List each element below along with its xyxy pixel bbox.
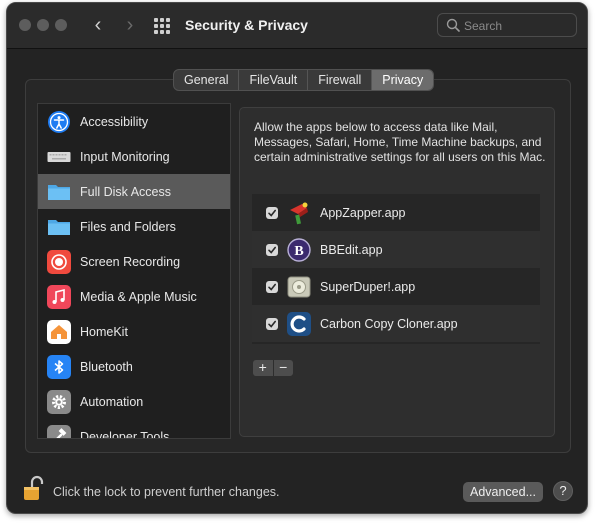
sidebar-item-label: Files and Folders <box>80 219 176 234</box>
sidebar-item-bluetooth[interactable]: Bluetooth <box>38 349 230 384</box>
back-button[interactable]: ‹ <box>87 14 109 36</box>
app-name: BBEdit.app <box>320 242 383 257</box>
sidebar-item-developer-tools[interactable]: Developer Tools <box>38 419 230 439</box>
sidebar-item-label: Accessibility <box>80 114 149 129</box>
app-row-superduper[interactable]: SuperDuper!.app <box>252 268 540 305</box>
sidebar-item-label: Media & Apple Music <box>80 289 197 304</box>
sidebar-item-label: HomeKit <box>80 324 128 339</box>
forward-button[interactable]: › <box>119 14 141 36</box>
search-field[interactable] <box>437 13 577 37</box>
svg-text:B: B <box>294 244 303 259</box>
tab-filevault[interactable]: FileVault <box>239 70 309 90</box>
sidebar-item-label: Developer Tools <box>80 429 170 439</box>
show-all-grid-icon[interactable] <box>154 18 170 34</box>
folder-icon <box>47 180 71 204</box>
privacy-category-list[interactable]: Accessibility Input Monitoring Full Disk… <box>37 103 231 439</box>
app-row-appzapper[interactable]: AppZapper.app <box>252 194 540 231</box>
sidebar-item-screen-recording[interactable]: Screen Recording <box>38 244 230 279</box>
music-icon <box>47 284 71 309</box>
app-checkbox[interactable] <box>266 243 278 256</box>
tab-firewall[interactable]: Firewall <box>308 70 373 90</box>
sidebar-item-files-and-folders[interactable]: Files and Folders <box>38 209 230 244</box>
tab-bar: General FileVault Firewall Privacy <box>173 69 435 91</box>
app-name: AppZapper.app <box>320 205 406 220</box>
app-checkbox[interactable] <box>266 206 278 219</box>
checkmark-icon <box>268 320 276 328</box>
add-app-button[interactable]: + <box>253 360 274 376</box>
folder-icon <box>47 215 71 239</box>
checkmark-icon <box>268 209 276 217</box>
help-button[interactable]: ? <box>553 481 573 501</box>
sidebar-item-label: Full Disk Access <box>80 184 171 199</box>
tab-privacy[interactable]: Privacy <box>372 70 434 90</box>
record-icon <box>47 249 71 274</box>
app-name: Carbon Copy Cloner.app <box>320 316 458 331</box>
search-input[interactable] <box>464 17 570 34</box>
tab-general[interactable]: General <box>174 70 240 90</box>
bbedit-icon: B <box>287 237 311 262</box>
ccc-icon <box>287 311 311 336</box>
lock-icon[interactable] <box>23 475 45 501</box>
accessibility-icon <box>47 110 71 134</box>
gear-icon <box>47 389 71 414</box>
remove-app-button[interactable]: − <box>274 360 294 376</box>
sidebar-item-automation[interactable]: Automation <box>38 384 230 419</box>
sidebar-item-label: Automation <box>80 394 144 409</box>
sidebar-item-label: Input Monitoring <box>80 149 170 164</box>
superduper-icon <box>287 276 311 297</box>
sidebar-item-label: Screen Recording <box>80 254 181 269</box>
app-row-carbon-copy-cloner[interactable]: Carbon Copy Cloner.app <box>252 305 540 342</box>
window-title: Security & Privacy <box>185 17 308 33</box>
checkmark-icon <box>268 246 276 254</box>
advanced-button[interactable]: Advanced... <box>463 482 543 502</box>
home-icon <box>47 319 71 344</box>
sidebar-item-input-monitoring[interactable]: Input Monitoring <box>38 139 230 174</box>
preferences-window: ‹ › Security & Privacy General FileVault… <box>6 2 588 514</box>
app-row-bbedit[interactable]: B BBEdit.app <box>252 231 540 268</box>
keyboard-icon <box>47 145 71 169</box>
sidebar-item-label: Bluetooth <box>80 359 133 374</box>
search-icon <box>446 18 460 32</box>
checkmark-icon <box>268 283 276 291</box>
permission-description: Allow the apps below to access data like… <box>254 120 546 164</box>
appzapper-icon <box>290 202 308 224</box>
hammer-icon <box>47 424 71 438</box>
sidebar-item-media-apple-music[interactable]: Media & Apple Music <box>38 279 230 314</box>
sidebar-item-homekit[interactable]: HomeKit <box>38 314 230 349</box>
lock-status-text: Click the lock to prevent further change… <box>53 485 280 499</box>
title-bar: ‹ › Security & Privacy <box>7 3 587 49</box>
add-remove-control: + − <box>253 360 293 376</box>
app-name: SuperDuper!.app <box>320 279 416 294</box>
sidebar-item-accessibility[interactable]: Accessibility <box>38 104 230 139</box>
app-checkbox[interactable] <box>266 317 278 330</box>
minimize-window-button[interactable] <box>37 19 49 31</box>
app-list[interactable]: AppZapper.app B BBEdit.app SuperDuper!.a… <box>252 194 540 344</box>
close-window-button[interactable] <box>19 19 31 31</box>
permission-panel: Allow the apps below to access data like… <box>239 107 555 437</box>
zoom-window-button[interactable] <box>55 19 67 31</box>
app-checkbox[interactable] <box>266 280 278 293</box>
bluetooth-icon <box>47 354 71 379</box>
sidebar-item-full-disk-access[interactable]: Full Disk Access <box>38 174 230 209</box>
